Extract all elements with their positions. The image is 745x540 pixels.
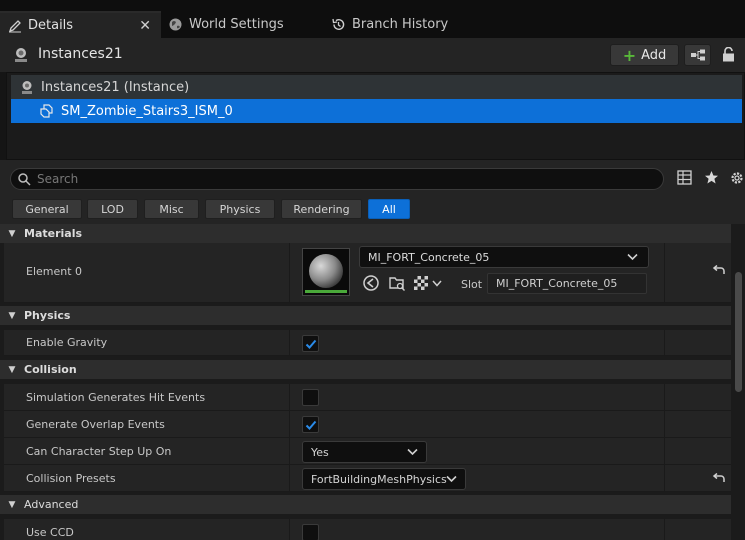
tab-branch-history[interactable]: Branch History — [331, 11, 448, 38]
add-component-button[interactable]: + Add — [610, 44, 679, 66]
actor-title: Instances21 — [38, 46, 123, 62]
property-grid: ▼ Materials Element 0 MI_FORT_Concrete_0… — [0, 224, 731, 540]
pencil-icon — [8, 19, 22, 33]
property-row-step-up: Can Character Step Up On Yes — [4, 438, 731, 465]
add-button-label: Add — [641, 47, 667, 63]
tree-selected-item[interactable]: SM_Zombie_Stairs3_ISM_0 — [11, 99, 742, 123]
gear-icon[interactable] — [729, 170, 745, 186]
collapse-arrow-icon[interactable]: ▼ — [0, 365, 24, 375]
property-row-enable-gravity: Enable Gravity — [4, 330, 731, 356]
blueprint-icon — [690, 49, 705, 61]
slot-label: Slot — [461, 278, 483, 291]
checker-options-icon[interactable] — [414, 276, 442, 290]
tab-details-label: Details — [28, 18, 74, 33]
scrollbar[interactable] — [731, 224, 745, 540]
material-picker[interactable]: MI_FORT_Concrete_05 — [359, 246, 649, 268]
property-label: Collision Presets — [26, 472, 116, 485]
sim-hit-checkbox[interactable] — [302, 389, 319, 406]
use-ccd-checkbox[interactable] — [302, 524, 319, 540]
tree-root-label: Instances21 (Instance) — [41, 79, 190, 95]
category-materials[interactable]: ▼ Materials — [0, 224, 731, 243]
tab-world-settings-label: World Settings — [189, 17, 284, 32]
collapse-arrow-icon[interactable]: ▼ — [0, 500, 24, 510]
overlap-checkbox[interactable] — [302, 416, 319, 433]
collision-presets-dropdown[interactable]: FortBuildingMeshPhysics — [302, 468, 466, 490]
tab-branch-history-label: Branch History — [352, 17, 449, 32]
tab-details[interactable]: Details ✕ — [0, 11, 161, 38]
blueprint-button[interactable] — [684, 44, 711, 66]
actor-icon — [19, 79, 35, 95]
search-row — [0, 160, 745, 196]
property-row-sim-hit: Simulation Generates Hit Events — [4, 384, 731, 411]
filter-lod[interactable]: LOD — [87, 199, 138, 219]
material-thumbnail[interactable] — [302, 248, 350, 296]
property-label: Can Character Step Up On — [26, 445, 172, 458]
property-label: Use CCD — [26, 526, 74, 539]
property-row-overlap: Generate Overlap Events — [4, 411, 731, 438]
chevron-down-icon — [407, 448, 418, 456]
tree-selected-label: SM_Zombie_Stairs3_ISM_0 — [61, 103, 233, 119]
tab-bar: Details ✕ World Settings Branch History — [0, 0, 745, 38]
search-input[interactable] — [37, 172, 637, 186]
collapse-arrow-icon[interactable]: ▼ — [0, 229, 24, 239]
tab-world-settings[interactable]: World Settings — [168, 11, 284, 38]
property-label: Element 0 — [26, 265, 83, 278]
reset-to-default-icon[interactable] — [712, 473, 726, 485]
browse-icon[interactable] — [388, 274, 406, 292]
property-label: Enable Gravity — [26, 336, 108, 349]
details-header: Instances21 + Add — [0, 38, 745, 72]
actor-icon — [12, 46, 30, 64]
category-filters: General LOD Misc Physics Rendering All — [0, 196, 745, 224]
category-physics[interactable]: ▼ Physics — [0, 306, 731, 325]
scrollbar-thumb[interactable] — [735, 272, 742, 392]
chevron-down-icon — [627, 253, 638, 261]
material-name: MI_FORT_Concrete_05 — [368, 250, 490, 264]
star-icon[interactable] — [704, 170, 719, 185]
category-advanced[interactable]: ▼ Advanced — [0, 495, 731, 514]
property-row-presets: Collision Presets FortBuildingMeshPhysic… — [4, 465, 731, 492]
slot-field[interactable]: MI_FORT_Concrete_05 — [487, 273, 647, 294]
category-collision[interactable]: ▼ Collision — [0, 360, 731, 379]
instanced-mesh-icon — [39, 103, 55, 119]
property-label: Generate Overlap Events — [26, 418, 165, 431]
search-box[interactable] — [10, 168, 664, 190]
property-row-use-ccd: Use CCD — [4, 519, 731, 540]
step-up-dropdown[interactable]: Yes — [302, 441, 427, 463]
globe-icon — [168, 17, 183, 32]
chevron-down-icon — [446, 475, 457, 483]
property-label: Simulation Generates Hit Events — [26, 391, 206, 404]
table-view-icon[interactable] — [677, 170, 692, 185]
component-tree: Instances21 (Instance) SM_Zombie_Stairs3… — [6, 72, 745, 160]
filter-all[interactable]: All — [368, 199, 410, 219]
filter-general[interactable]: General — [12, 199, 82, 219]
property-row-element-0: Element 0 MI_FORT_Concrete_05 Slot MI_FO… — [4, 243, 731, 303]
close-icon[interactable]: ✕ — [139, 18, 151, 34]
reset-to-default-icon[interactable] — [712, 265, 726, 277]
filter-physics[interactable]: Physics — [205, 199, 275, 219]
collapse-arrow-icon[interactable]: ▼ — [0, 311, 24, 321]
material-tools — [362, 273, 450, 293]
tree-root-item[interactable]: Instances21 (Instance) — [11, 75, 742, 99]
search-icon — [18, 173, 31, 186]
filter-misc[interactable]: Misc — [144, 199, 199, 219]
enable-gravity-checkbox[interactable] — [302, 335, 319, 352]
filter-rendering[interactable]: Rendering — [281, 199, 362, 219]
plus-icon: + — [622, 45, 637, 65]
history-icon — [331, 17, 346, 32]
use-selected-icon[interactable] — [362, 274, 380, 292]
lock-icon[interactable] — [722, 47, 735, 62]
